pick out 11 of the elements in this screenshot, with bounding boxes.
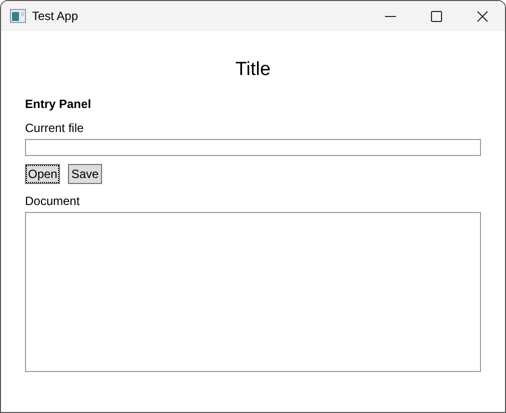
app-icon [10, 9, 26, 23]
panel-title: Entry Panel [25, 96, 92, 112]
maximize-icon [430, 10, 442, 22]
field-label: Document [25, 193, 81, 209]
page-title: Title [235, 58, 271, 82]
close-icon [476, 10, 488, 22]
window-title: Test App [32, 8, 78, 25]
file-field[interactable] [25, 139, 481, 156]
action-button[interactable]: Open [25, 164, 60, 184]
field-label: Current file [25, 120, 85, 136]
action-button[interactable]: Save [68, 164, 102, 184]
